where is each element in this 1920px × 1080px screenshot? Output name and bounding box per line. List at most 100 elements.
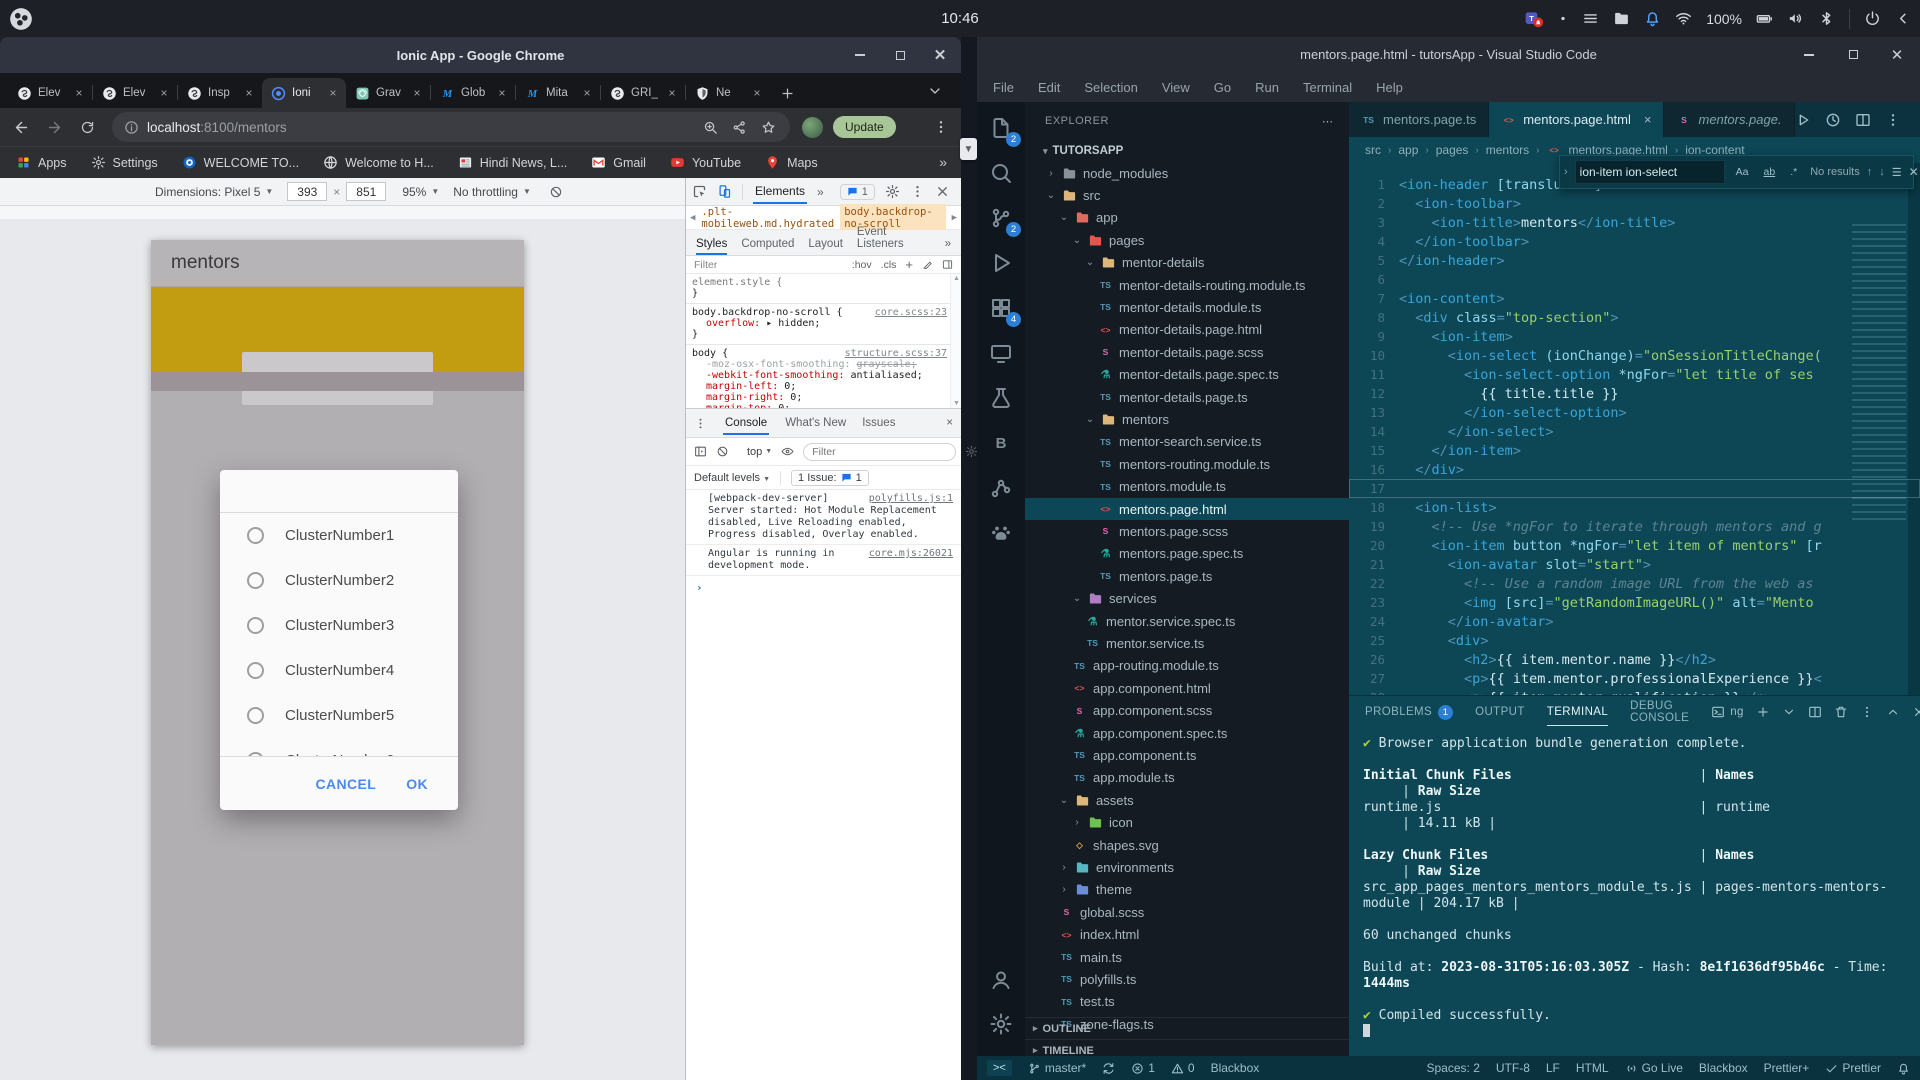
kebab-icon[interactable] — [1860, 705, 1874, 719]
code-line-12[interactable]: 12 {{ title.title }} — [1349, 384, 1920, 403]
css-property[interactable]: -moz-osx-font-smoothing: grayscale; — [692, 359, 947, 370]
tab-close-icon[interactable]: × — [410, 86, 424, 100]
styles-filter-input[interactable]: Filter — [694, 259, 717, 271]
burger-icon[interactable] — [1582, 10, 1599, 27]
tree-item-mentor-details-page-ts[interactable]: TSmentor-details.page.ts — [1025, 386, 1349, 408]
radio-option-clusternumber6[interactable]: ClusterNumber6 — [220, 738, 458, 757]
code-line-26[interactable]: 26 <h2>{{ item.mentor.name }}</h2> — [1349, 650, 1920, 669]
tree-item-mentor-service-ts[interactable]: TSmentor.service.ts — [1025, 632, 1349, 654]
activity-paw[interactable] — [985, 517, 1017, 549]
tree-item-index-html[interactable]: <>index.html — [1025, 924, 1349, 946]
tree-item-environments[interactable]: ›environments — [1025, 856, 1349, 878]
url-text[interactable]: localhost:8100/mentors — [147, 120, 287, 135]
browser-tab-ne[interactable]: Ne× — [686, 78, 770, 108]
activity-bookmarks-b[interactable]: B — [985, 427, 1017, 459]
issues-chip[interactable]: 1 Issue: 1 — [791, 470, 869, 486]
activity-account[interactable] — [985, 964, 1017, 996]
close-button[interactable]: ✕ — [929, 44, 951, 66]
vscode-minimize-button[interactable] — [1798, 44, 1820, 66]
chevup-icon[interactable] — [1886, 705, 1900, 719]
tab-close-icon[interactable]: × — [665, 86, 679, 100]
devtools-close-icon[interactable] — [935, 184, 950, 199]
console-issues-badge[interactable]: 1 — [840, 184, 875, 200]
browser-tab-grav[interactable]: Grav× — [346, 78, 430, 108]
zoom-icon[interactable] — [703, 120, 718, 135]
menu-run[interactable]: Run — [1255, 80, 1279, 95]
css-property[interactable]: -webkit-font-smoothing: antialiased; — [692, 370, 947, 381]
tab-elements[interactable]: Elements — [753, 179, 807, 204]
device-toggle-icon[interactable] — [717, 184, 732, 199]
code-line-6[interactable]: 6 — [1349, 270, 1920, 289]
tab-close-icon[interactable]: × — [72, 86, 86, 100]
tree-item-global-scss[interactable]: Sglobal.scss — [1025, 901, 1349, 923]
activity-explorer[interactable]: 2 — [985, 112, 1017, 144]
crumb-back-icon[interactable]: ◀ — [690, 213, 695, 223]
tree-item-pages[interactable]: ⌄pages — [1025, 229, 1349, 251]
crumb-fwd-icon[interactable]: ▶ — [952, 213, 957, 223]
computed-sidebar-icon[interactable] — [942, 259, 953, 270]
tree-item-app-component-scss[interactable]: Sapp.component.scss — [1025, 700, 1349, 722]
bookmark-youtube[interactable]: YouTube — [670, 155, 741, 170]
bookmark-welcome-to[interactable]: WELCOME TO... — [182, 155, 299, 170]
css-property[interactable]: margin-left: 0; — [692, 381, 947, 392]
activity-source-control[interactable]: 2 — [985, 202, 1017, 234]
tree-item-app-component-ts[interactable]: TSapp.component.ts — [1025, 744, 1349, 766]
panels-more[interactable]: » — [817, 185, 824, 199]
stylesheet-link[interactable]: structure.scss:37 — [845, 348, 947, 359]
cancel-button[interactable]: CANCEL — [315, 776, 376, 792]
dot-icon[interactable] — [1558, 10, 1568, 27]
activity-run-debug[interactable] — [985, 247, 1017, 279]
address-bar[interactable]: localhost:8100/mentors — [112, 112, 790, 142]
radio-option-clusternumber3[interactable]: ClusterNumber3 — [220, 603, 458, 648]
power-icon[interactable] — [1864, 10, 1881, 27]
editor-tab-mentors-page-[interactable]: Smentors.page. — [1664, 102, 1794, 137]
status-html[interactable]: HTML — [1576, 1061, 1609, 1075]
drawer-tab-what-s-new[interactable]: What's New — [785, 417, 846, 429]
browser-tab-elev[interactable]: Elev× — [8, 78, 92, 108]
code-line-5[interactable]: 5</ion-header> — [1349, 251, 1920, 270]
source-link[interactable]: polyfills.js:1 — [869, 493, 953, 505]
kebab-icon[interactable] — [694, 417, 707, 430]
pane-tabs-more[interactable]: » — [945, 238, 951, 255]
bookmark-gmail[interactable]: Gmail — [591, 155, 646, 170]
run-icon[interactable] — [1795, 112, 1811, 128]
new-rule-button[interactable]: + — [905, 257, 913, 272]
radio-option-clusternumber5[interactable]: ClusterNumber5 — [220, 693, 458, 738]
bookmark-hindi-news-l[interactable]: Hindi News, L... — [458, 155, 568, 170]
tree-item-theme[interactable]: ›theme — [1025, 879, 1349, 901]
vscode-maximize-button[interactable] — [1842, 44, 1864, 66]
tree-item-services[interactable]: ⌄services — [1025, 588, 1349, 610]
code-line-11[interactable]: 11 <ion-select-option *ngFor="let title … — [1349, 365, 1920, 384]
tab-close-icon[interactable]: × — [1644, 112, 1652, 127]
browser-tab-elev[interactable]: Elev× — [93, 78, 177, 108]
brush-icon[interactable] — [922, 259, 933, 270]
browser-tab-gri[interactable]: GRI_× — [601, 78, 685, 108]
activity-search[interactable] — [985, 157, 1017, 189]
drawer-close-icon[interactable]: × — [946, 417, 953, 429]
css-selector[interactable]: body.backdrop-no-scroll { — [692, 307, 843, 318]
find-expand-icon[interactable]: › — [1564, 166, 1568, 178]
code-line-22[interactable]: 22 <!-- Use a random image URL from the … — [1349, 574, 1920, 593]
tree-item-mentors-page-scss[interactable]: Smentors.page.scss — [1025, 520, 1349, 542]
styles-scrollbar[interactable]: ▲▼ — [950, 274, 961, 408]
update-button[interactable]: Update — [833, 116, 896, 138]
code-line-9[interactable]: 9 <ion-item> — [1349, 327, 1920, 346]
menu-file[interactable]: File — [993, 80, 1014, 95]
eye-icon[interactable] — [781, 445, 794, 458]
tab-close-icon[interactable]: × — [157, 86, 171, 100]
new-tab-icon[interactable] — [780, 86, 795, 101]
tree-item-mentors[interactable]: ⌄mentors — [1025, 408, 1349, 430]
activity-git-graph[interactable] — [985, 472, 1017, 504]
breadcrumb-app[interactable]: app — [1398, 143, 1418, 157]
devtools-settings-icon[interactable] — [885, 184, 900, 199]
bluetooth-icon[interactable] — [1818, 10, 1835, 27]
history-icon[interactable] — [1825, 112, 1841, 128]
activity-remote-explorer[interactable] — [985, 337, 1017, 369]
site-info-icon[interactable] — [124, 120, 139, 135]
tab-close-icon[interactable]: × — [580, 86, 594, 100]
menu-selection[interactable]: Selection — [1084, 80, 1137, 95]
levels-select[interactable]: Default levels ▼ — [694, 472, 770, 484]
plus-icon[interactable] — [1756, 705, 1770, 719]
device-height-input[interactable] — [346, 182, 386, 201]
activity-settings-gear[interactable] — [985, 1008, 1017, 1040]
